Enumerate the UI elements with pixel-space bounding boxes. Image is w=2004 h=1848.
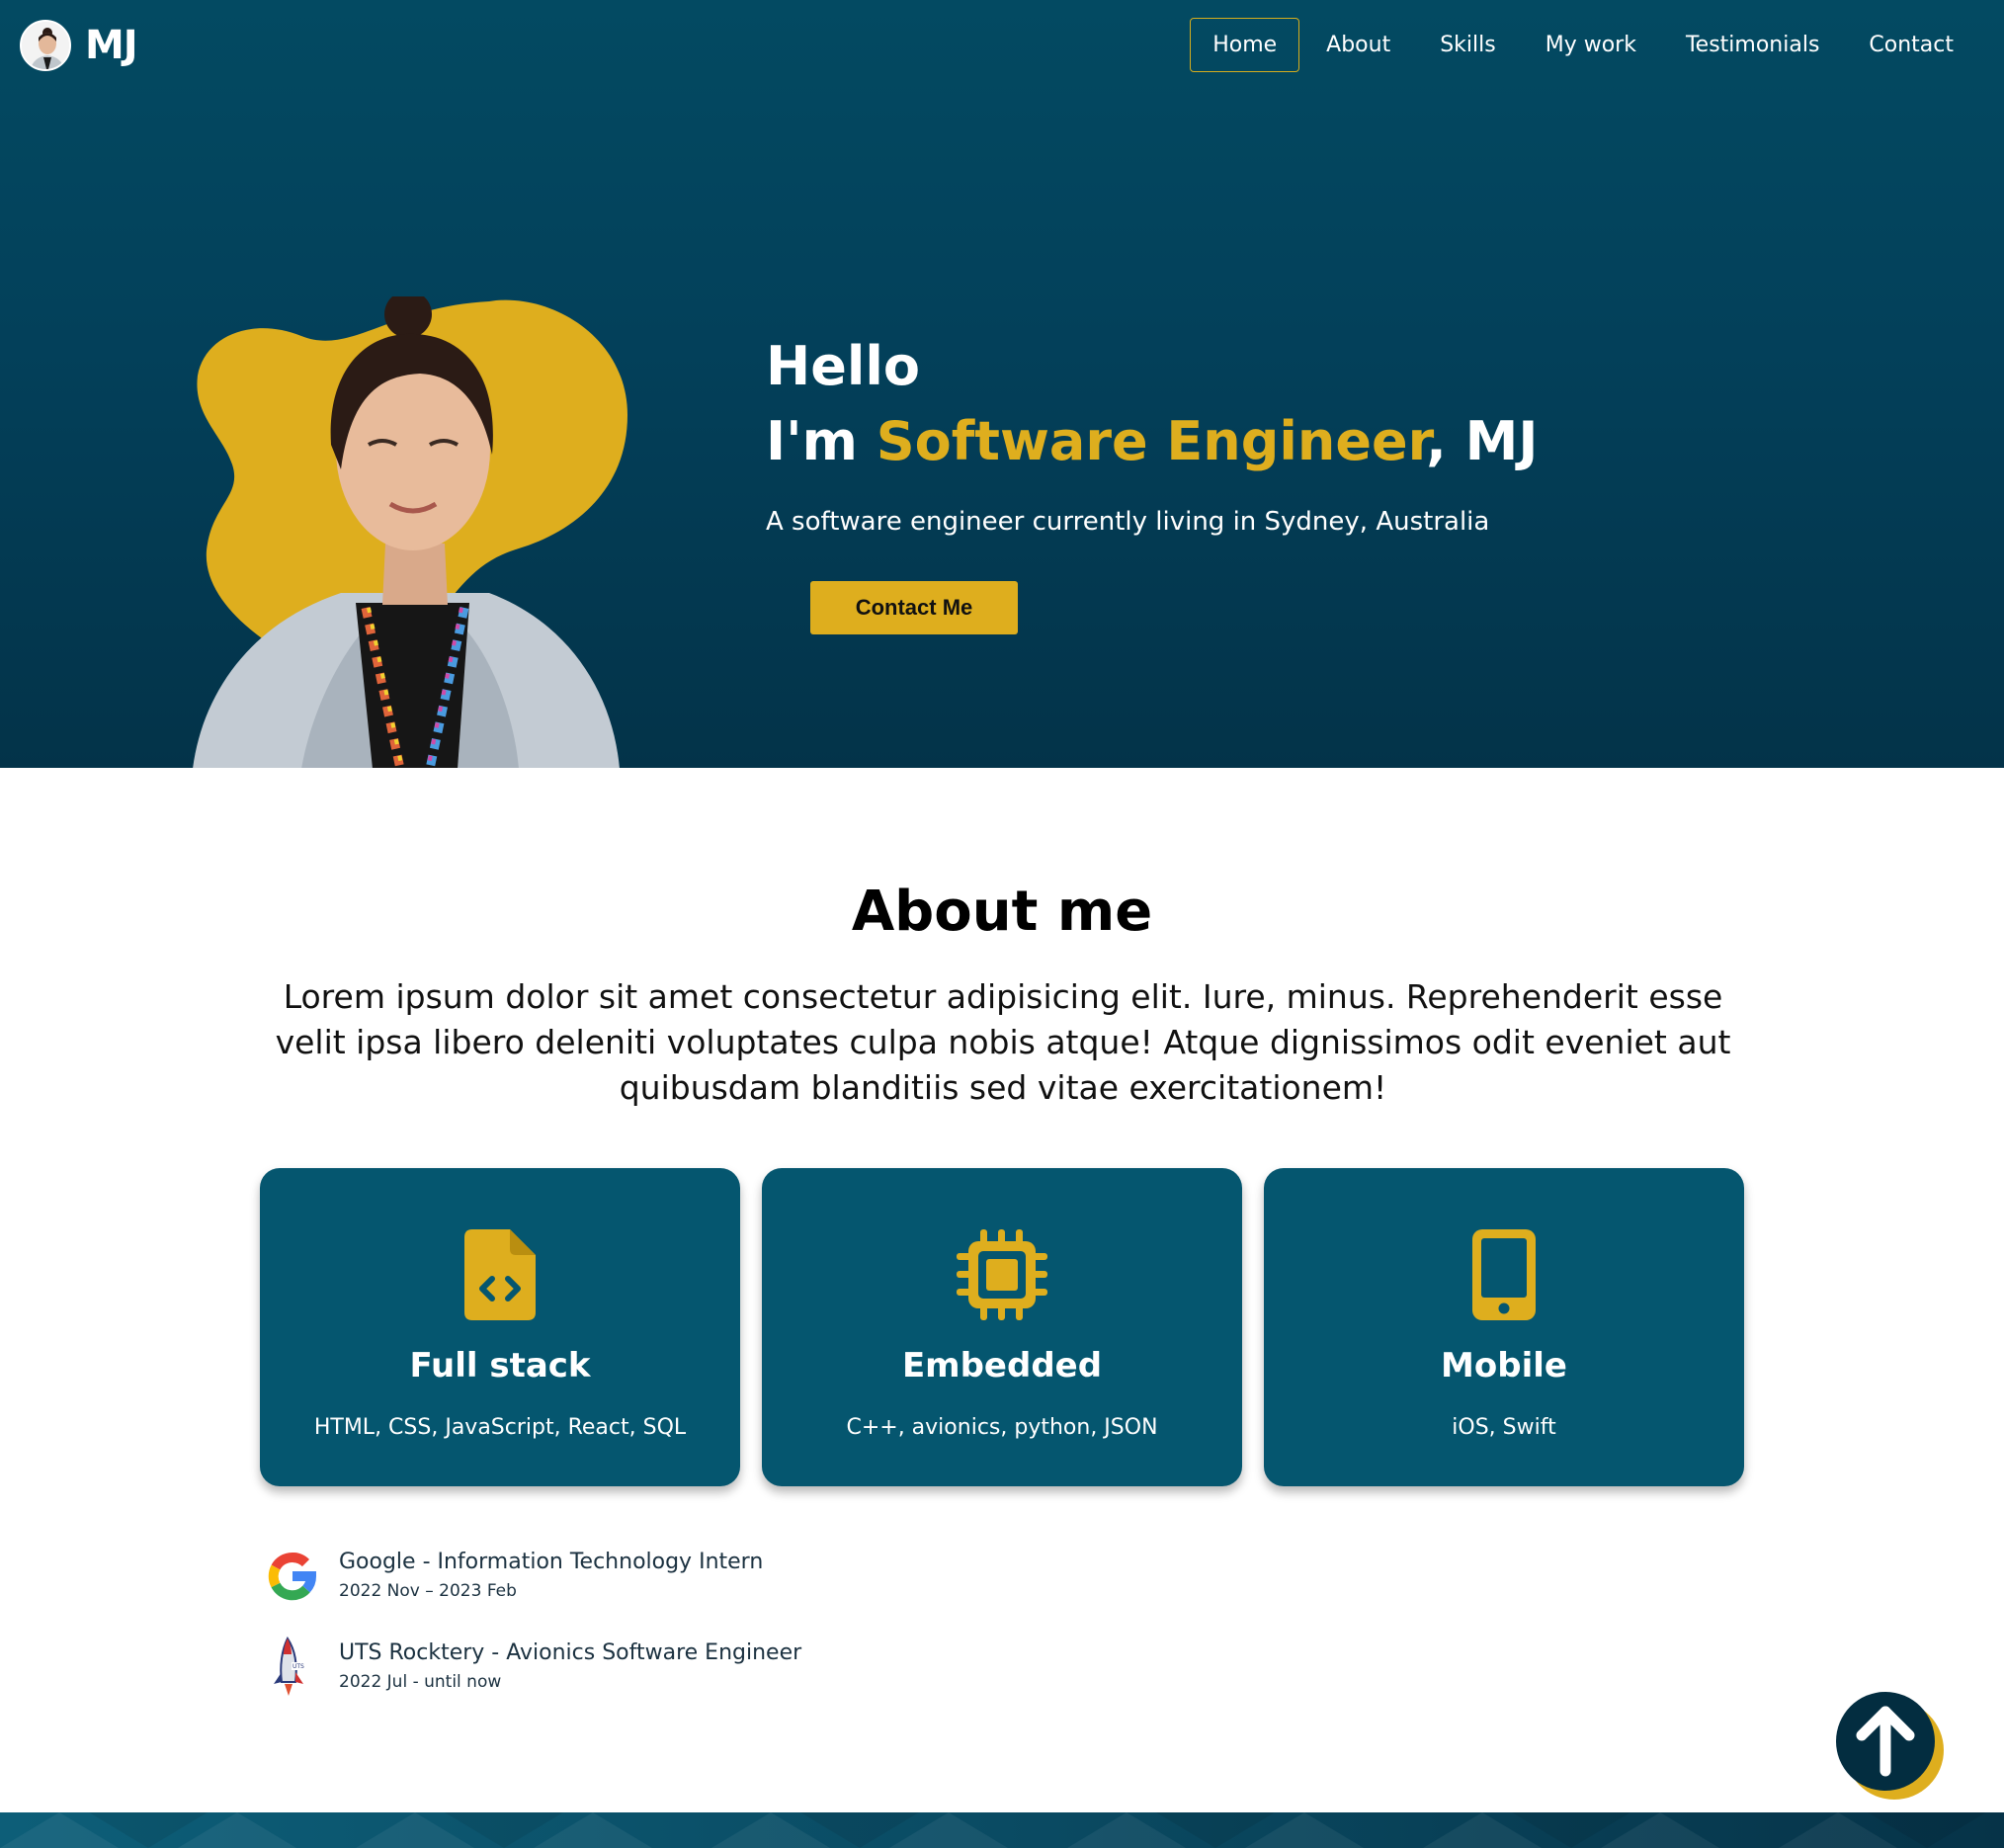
hero-section: MJ Home About Skills My work Testimonial… xyxy=(0,0,2004,768)
hero-greeting: Hello xyxy=(766,335,920,397)
brand-name: MJ xyxy=(85,23,138,68)
scroll-to-top-button[interactable] xyxy=(1836,1692,1945,1801)
hero-text: Hello I'm Software Engineer, MJ A softwa… xyxy=(766,331,1655,537)
mobile-phone-icon xyxy=(1264,1229,1744,1328)
experience-dates: 2022 Nov – 2023 Feb xyxy=(339,1581,517,1601)
skill-desc: C++, avionics, python, JSON xyxy=(846,1415,1158,1440)
about-title: About me xyxy=(851,880,1153,944)
uts-rocketry-logo-icon: UTS xyxy=(262,1637,323,1698)
about-body: Lorem ipsum dolor sit amet consectetur a… xyxy=(275,977,1731,1107)
hero-portrait xyxy=(193,291,637,768)
skill-title: Embedded xyxy=(901,1346,1103,1386)
top-navbar: MJ Home About Skills My work Testimonial… xyxy=(0,0,2004,91)
footer-pattern-strip xyxy=(0,1812,2004,1848)
hero-subtitle: A software engineer currently living in … xyxy=(766,507,1490,537)
experience-title: Google - Information Technology Intern xyxy=(339,1550,764,1574)
experience-item-uts-rocketry: UTS UTS Rocktery - Avionics Software Eng… xyxy=(262,1637,954,1706)
skill-cards: Full stack HTML, CSS, JavaScript, React,… xyxy=(260,1168,1744,1486)
experience-item-google: Google - Information Technology Intern 2… xyxy=(262,1546,954,1615)
file-code-icon xyxy=(260,1229,740,1328)
nav-skills[interactable]: Skills xyxy=(1417,18,1519,72)
skill-card-embedded: Embedded C++, avionics, python, JSON xyxy=(762,1168,1242,1486)
google-logo-icon xyxy=(262,1546,323,1607)
brand-home-link[interactable]: MJ xyxy=(20,20,138,71)
skill-desc: HTML, CSS, JavaScript, React, SQL xyxy=(313,1415,687,1440)
skill-card-full-stack: Full stack HTML, CSS, JavaScript, React,… xyxy=(260,1168,740,1486)
scroll-top-circle xyxy=(1836,1692,1935,1791)
contact-me-button[interactable]: Contact Me xyxy=(810,581,1018,634)
experience-title: UTS Rocktery - Avionics Software Enginee… xyxy=(339,1640,802,1665)
microchip-icon xyxy=(762,1229,1242,1328)
hero-role: Software Engineer xyxy=(876,410,1427,472)
nav-menu: Home About Skills My work Testimonials C… xyxy=(1186,18,1976,72)
nav-contact[interactable]: Contact xyxy=(1846,18,1976,72)
skill-title: Mobile xyxy=(1441,1346,1567,1386)
hero-intro: I'm Software Engineer, MJ xyxy=(766,402,1655,481)
skill-desc: iOS, Swift xyxy=(1452,1415,1556,1440)
svg-text:UTS: UTS xyxy=(292,1663,304,1670)
nav-my-work[interactable]: My work xyxy=(1523,18,1659,72)
hero-intro-prefix: I'm xyxy=(766,410,877,472)
experience-dates: 2022 Jul - until now xyxy=(339,1672,502,1692)
hero-intro-suffix: , MJ xyxy=(1426,410,1539,472)
brand-avatar xyxy=(20,20,71,71)
arrow-up-icon xyxy=(1856,1706,1915,1777)
nav-about[interactable]: About xyxy=(1303,18,1413,72)
nav-testimonials[interactable]: Testimonials xyxy=(1663,18,1842,72)
nav-home[interactable]: Home xyxy=(1190,18,1300,72)
skill-title: Full stack xyxy=(409,1346,591,1386)
skill-card-mobile: Mobile iOS, Swift xyxy=(1264,1168,1744,1486)
